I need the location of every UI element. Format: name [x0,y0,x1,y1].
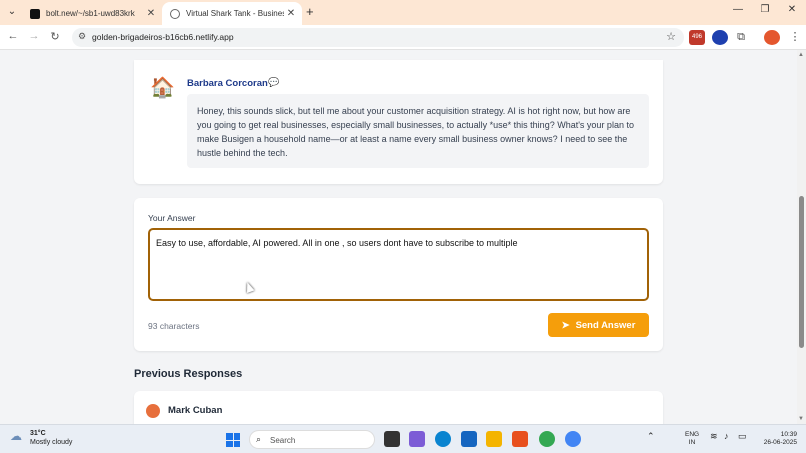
extension-badge-count: 496 [691,34,702,40]
previous-response-card: Mark Cuban [134,391,663,424]
bolt-favicon-icon [30,8,40,19]
brave-browser-icon[interactable] [512,431,528,447]
weather-temperature: 31°C [30,430,46,437]
search-icon: ⌕ [256,434,262,444]
battery-icon[interactable]: ▭ [738,431,747,442]
send-paper-plane-icon: ➤ [561,319,570,331]
wifi-icon[interactable]: ≋ [710,431,718,442]
volume-icon[interactable]: ♪ [724,431,729,441]
new-tab-plus-icon[interactable]: + [306,5,314,19]
shark-name: Barbara Corcoran [187,78,268,89]
answer-textarea[interactable]: Easy to use, affordable, AI powered. All… [148,228,649,301]
shark-question-text: Honey, this sounds slick, but tell me ab… [187,94,649,168]
send-answer-label: Send Answer [575,319,636,331]
forward-arrow-icon[interactable]: → [27,30,41,42]
minimize-icon[interactable]: — [728,4,748,15]
answer-card: Your Answer Easy to use, affordable, AI … [134,198,663,351]
scroll-up-arrow-icon[interactable]: ▲ [798,52,804,58]
restore-icon[interactable]: ❐ [755,4,775,15]
page-viewport: 🏠 Barbara Corcoran 💬 Honey, this sounds … [0,50,797,424]
reload-icon[interactable]: ↻ [48,30,62,43]
tab-title: bolt.new/~/sb1-uwd83krk [46,9,135,18]
previous-shark-name: Mark Cuban [168,405,223,416]
tab-search-chevron-icon[interactable]: ⌄ [5,5,19,19]
scroll-down-arrow-icon[interactable]: ▼ [798,416,804,422]
clock-date: 26-06-2025 [763,439,797,446]
shark-avatar-icon [146,404,160,418]
tab-bolt[interactable]: bolt.new/~/sb1-uwd83krk ✕ [22,2,162,25]
site-info-icon[interactable]: ⚙ [78,31,86,42]
browser-toolbar: ← → ↻ ⚙ golden-brigadeiros-b16cb6.netlif… [0,25,806,50]
language-indicator[interactable]: ENG IN [685,431,699,447]
kebab-menu-icon[interactable]: ⋮ [787,30,803,45]
bookmark-star-icon[interactable]: ☆ [666,30,676,43]
chrome-icon[interactable] [539,431,555,447]
scrollbar-thumb[interactable] [799,196,804,348]
shark-question-card: 🏠 Barbara Corcoran 💬 Honey, this sounds … [134,60,663,184]
extension-badge-icon[interactable]: 496 [689,30,705,45]
back-arrow-icon[interactable]: ← [6,30,20,42]
windows-taskbar: ☁ 31°C Mostly cloudy ⌕ Search ⌃ ENG IN ≋… [0,424,806,453]
page-scrollbar[interactable]: ▲ ▼ [797,50,806,424]
globe-favicon-icon [170,8,180,19]
house-avatar-icon: 🏠 [150,77,175,99]
puzzle-extensions-icon[interactable]: ⧉ [733,30,749,45]
weather-text: 31°C Mostly cloudy [30,429,72,447]
weather-widget[interactable]: ☁ 31°C Mostly cloudy [10,429,72,447]
window-close-icon[interactable]: ✕ [782,4,802,15]
send-answer-button[interactable]: ➤ Send Answer [548,313,649,337]
edge-browser-icon[interactable] [435,431,451,447]
taskbar-search-box[interactable]: ⌕ Search [249,430,375,449]
chrome-profile-icon[interactable] [565,431,581,447]
system-clock[interactable]: 10:39 26-06-2025 [757,431,797,447]
task-view-icon[interactable] [384,431,400,447]
close-icon[interactable]: ✕ [284,8,298,19]
file-explorer-icon[interactable] [486,431,502,447]
speech-bubble-icon: 💬 [268,77,280,87]
mail-icon[interactable] [461,431,477,447]
extension-icon[interactable] [712,30,728,45]
address-bar[interactable]: ⚙ golden-brigadeiros-b16cb6.netlify.app … [72,28,684,47]
language-code: ENG [685,431,700,438]
tray-chevron-up-icon[interactable]: ⌃ [647,431,655,442]
browser-tab-bar: ⌄ bolt.new/~/sb1-uwd83krk ✕ Virtual Shar… [0,0,806,25]
previous-responses-heading: Previous Responses [134,368,243,380]
copilot-icon[interactable] [409,431,425,447]
cloud-weather-icon: ☁ [10,429,22,443]
profile-avatar-icon[interactable] [764,30,780,45]
windows-start-icon[interactable] [226,433,240,447]
clock-time: 10:39 [780,431,797,438]
close-icon[interactable]: ✕ [144,8,158,19]
answer-label: Your Answer [148,213,196,223]
search-placeholder: Search [270,436,296,445]
character-count: 93 characters [148,321,200,331]
tab-title: Virtual Shark Tank - Business Pi... [186,9,284,18]
weather-condition: Mostly cloudy [30,439,73,446]
language-region: IN [688,439,696,446]
url-text[interactable]: golden-brigadeiros-b16cb6.netlify.app [92,32,234,42]
tab-virtual-shark-tank[interactable]: Virtual Shark Tank - Business Pi... ✕ [162,2,302,25]
